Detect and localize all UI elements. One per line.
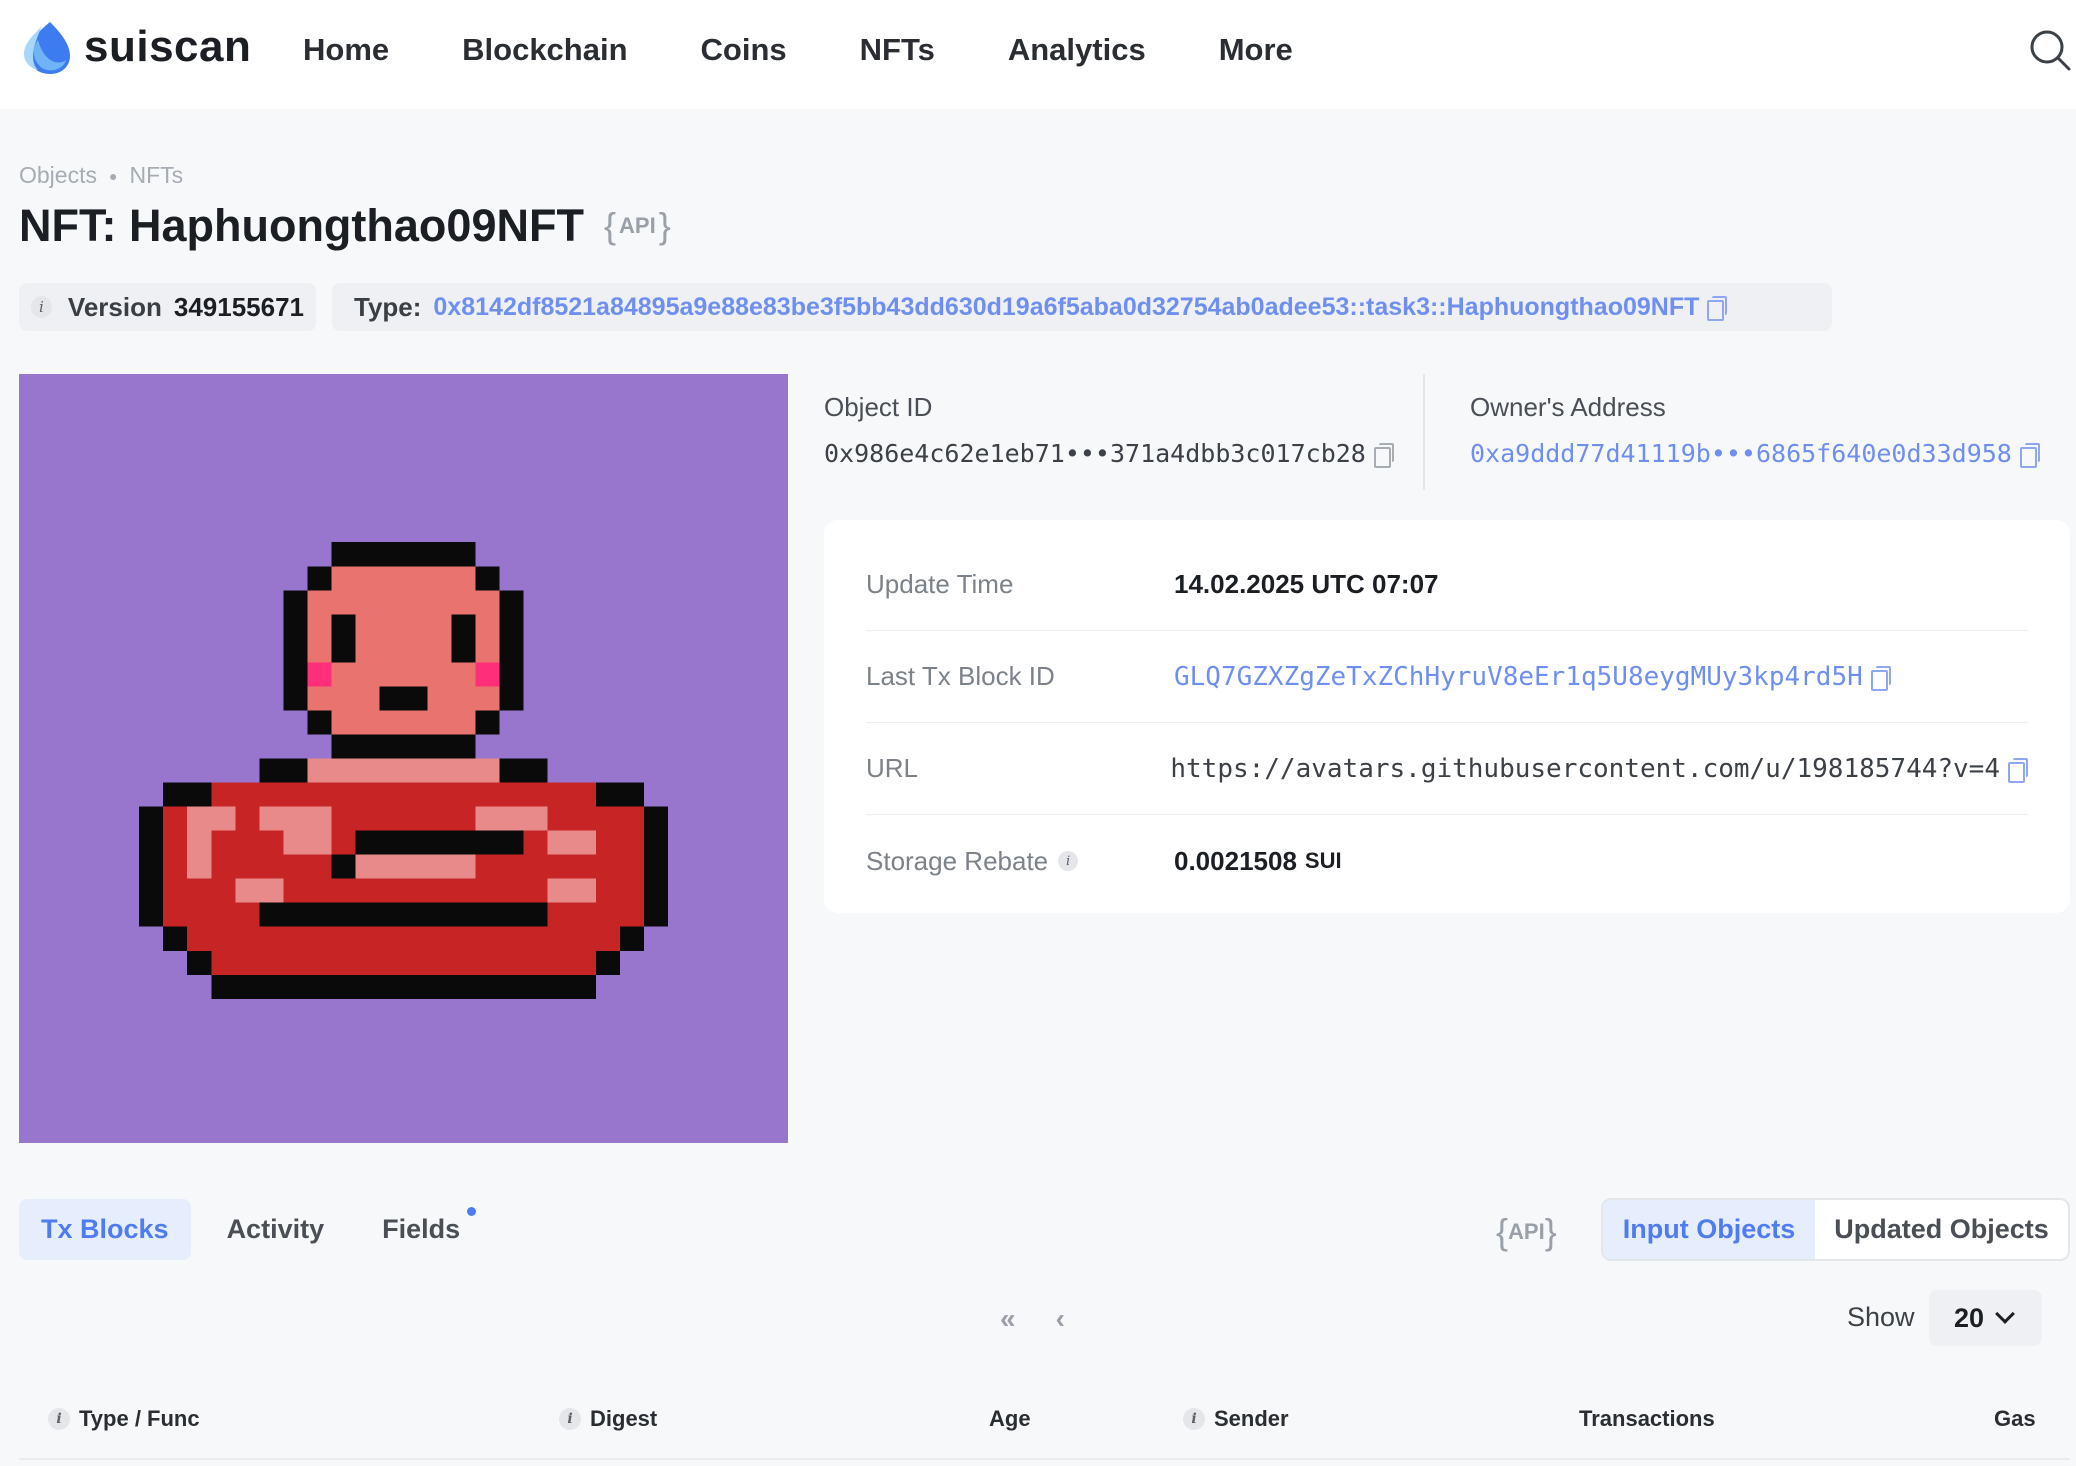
tab-activity[interactable]: Activity <box>205 1199 347 1260</box>
storage-rebate-value: 0.0021508 SUI <box>1174 846 1342 877</box>
copy-icon[interactable] <box>1373 442 1394 468</box>
column-sender: i Sender <box>1183 1406 1289 1432</box>
main-nav: Home Blockchain Coins NFTs Analytics Mor… <box>303 30 1366 70</box>
info-icon[interactable]: i <box>559 1408 581 1430</box>
brand-name: suiscan <box>84 22 252 71</box>
tab-tx-blocks[interactable]: Tx Blocks <box>19 1199 191 1260</box>
column-label: Transactions <box>1579 1406 1715 1431</box>
storage-rebate-amount: 0.0021508 <box>1174 845 1297 876</box>
owner-address-block: Owner's Address 0xa9ddd77d41119b•••6865f… <box>1470 392 2040 468</box>
chevron-down-icon <box>1995 1304 2015 1324</box>
last-tx-value: GLQ7GZXZgZeTxZChHyruV8eEr1q5U8eygMUy3kp4… <box>1174 662 1891 692</box>
top-navigation-bar: suiscan Home Blockchain Coins NFTs Analy… <box>0 0 2076 109</box>
info-icon[interactable]: i <box>1183 1408 1205 1430</box>
tabs: Tx Blocks Activity Fields <box>19 1199 496 1260</box>
version-label: Version <box>67 291 162 322</box>
url-value: https://avatars.githubusercontent.com/u/… <box>1170 754 2028 784</box>
storage-rebate-label-text: Storage Rebate <box>866 845 1049 876</box>
notification-dot <box>467 1207 477 1216</box>
last-tx-label: Last Tx Block ID <box>866 661 1055 691</box>
breadcrumb: Objects ● NFTs <box>19 162 183 189</box>
owner-address-label: Owner's Address <box>1470 392 1666 422</box>
detail-row-url: URL https://avatars.githubusercontent.co… <box>866 723 2028 815</box>
detail-row-last-tx: Last Tx Block ID GLQ7GZXZgZeTxZChHyruV8e… <box>866 631 2028 723</box>
api-label: API <box>619 213 656 238</box>
url-label: URL <box>866 753 919 783</box>
detail-row-update-time: Update Time 14.02.2025 UTC 07:07 <box>866 539 2028 631</box>
column-age: Age <box>989 1406 1031 1432</box>
version-value: 349155671 <box>173 291 304 322</box>
page-title: NFT: Haphuongthao09NFT <box>19 200 584 251</box>
info-icon[interactable]: i <box>48 1408 70 1430</box>
column-type-func: i Type / Func <box>48 1406 200 1432</box>
column-label: Gas <box>1994 1406 2036 1431</box>
object-id-label: Object ID <box>824 392 933 422</box>
show-label: Show <box>1847 1302 1915 1332</box>
breadcrumb-nfts[interactable]: NFTs <box>129 162 183 189</box>
detail-row-storage-rebate: Storage Rebate i 0.0021508 SUI <box>866 815 2028 907</box>
table-header: i Type / Func i Digest Age i Sender Tran… <box>19 1400 2070 1460</box>
copy-icon[interactable] <box>2019 442 2040 468</box>
url-text: https://avatars.githubusercontent.com/u/… <box>1170 753 2000 784</box>
updated-objects-button[interactable]: Updated Objects <box>1815 1200 2068 1259</box>
column-gas: Gas <box>1994 1406 2036 1432</box>
copy-icon[interactable] <box>2008 757 2028 783</box>
breadcrumb-separator: ● <box>108 167 118 184</box>
divider <box>1423 374 1425 490</box>
nft-image <box>19 374 788 1143</box>
tab-fields-label: Fields <box>382 1214 461 1244</box>
page-size-value: 20 <box>1954 1302 1985 1333</box>
column-label: Digest <box>590 1406 658 1431</box>
last-tx-link[interactable]: GLQ7GZXZgZeTxZChHyruV8eEr1q5U8eygMUy3kp4… <box>1174 662 1863 692</box>
nav-coins[interactable]: Coins <box>701 30 787 70</box>
prev-page-icon[interactable]: ‹ <box>1056 1303 1065 1335</box>
nav-more[interactable]: More <box>1219 30 1293 70</box>
owner-address-value: 0xa9ddd77d41119b•••6865f640e0d33d958 <box>1470 439 2040 468</box>
pagination: « ‹ <box>1000 1303 1105 1335</box>
info-icon[interactable]: i <box>1058 851 1079 871</box>
page-size-select[interactable]: 20 <box>1929 1290 2042 1346</box>
nav-blockchain[interactable]: Blockchain <box>462 30 627 70</box>
type-label: Type: <box>354 291 422 322</box>
suiscan-logo[interactable]: suiscan <box>20 18 251 76</box>
breadcrumb-objects[interactable]: Objects <box>19 162 97 189</box>
api-button[interactable]: {API} <box>604 205 671 247</box>
column-label: Type / Func <box>79 1406 200 1431</box>
storage-rebate-label: Storage Rebate i <box>866 846 1174 877</box>
object-id-text: 0x986e4c62e1eb71•••371a4dbb3c017cb28 <box>824 439 1366 468</box>
nft-pixel-art <box>139 542 668 999</box>
object-id-value: 0x986e4c62e1eb71•••371a4dbb3c017cb28 <box>824 439 1394 468</box>
version-chip: i Version 349155671 <box>19 283 316 331</box>
nav-home[interactable]: Home <box>303 30 389 70</box>
type-chip: Type: 0x8142df8521a84895a9e88e83be3f5bb4… <box>332 283 1832 331</box>
api-button[interactable]: {API} <box>1496 1211 1557 1253</box>
column-label: Age <box>989 1406 1031 1431</box>
input-objects-button[interactable]: Input Objects <box>1603 1200 1815 1259</box>
owner-address-link[interactable]: 0xa9ddd77d41119b•••6865f640e0d33d958 <box>1470 439 2012 468</box>
column-label: Sender <box>1214 1406 1289 1431</box>
copy-icon[interactable] <box>1707 296 1728 321</box>
tab-fields[interactable]: Fields <box>360 1199 482 1260</box>
column-transactions: Transactions <box>1579 1406 1715 1432</box>
object-id-block: Object ID 0x986e4c62e1eb71•••371a4dbb3c0… <box>824 392 1394 468</box>
nav-nfts[interactable]: NFTs <box>860 30 935 70</box>
first-page-icon[interactable]: « <box>1000 1303 1016 1335</box>
type-link[interactable]: 0x8142df8521a84895a9e88e83be3f5bb43dd630… <box>433 293 1699 322</box>
info-icon[interactable]: i <box>31 296 52 318</box>
update-time-value: 14.02.2025 UTC 07:07 <box>1174 569 1439 599</box>
copy-icon[interactable] <box>1870 665 1891 691</box>
column-digest: i Digest <box>559 1406 657 1432</box>
suiscan-logo-icon <box>24 22 70 74</box>
details-card: Update Time 14.02.2025 UTC 07:07 Last Tx… <box>824 520 2070 913</box>
nav-analytics[interactable]: Analytics <box>1008 30 1146 70</box>
api-label: API <box>1508 1219 1545 1244</box>
search-icon[interactable] <box>2028 28 2072 72</box>
objects-toggle: Input Objects Updated Objects <box>1601 1198 2070 1261</box>
update-time-label: Update Time <box>866 569 1014 599</box>
storage-rebate-unit: SUI <box>1304 848 1342 873</box>
